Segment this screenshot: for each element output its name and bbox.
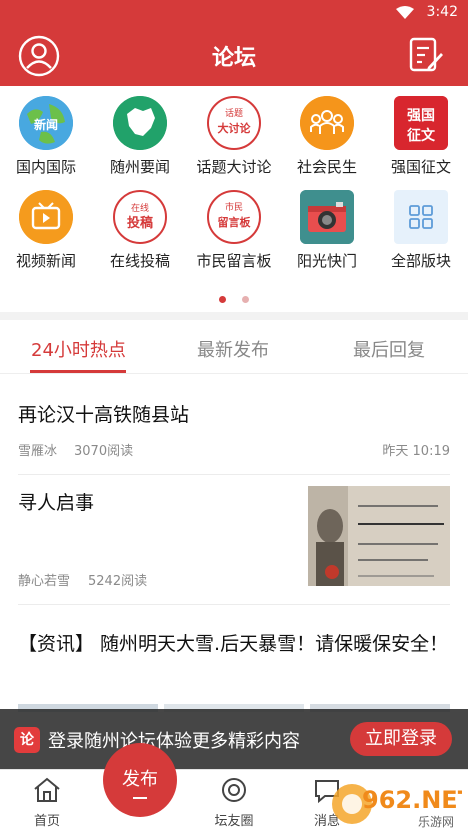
essay-icon: 强国 征文 [394,96,448,150]
forum-logo-icon: 论 [14,727,40,753]
category-label: 市民留言板 [196,252,272,270]
category-label: 话题大讨论 [196,158,272,176]
category-shipin-xinwen[interactable]: 视频新闻 [1,190,91,271]
login-prompt-text: 登录随州论坛体验更多精彩内容 [48,731,300,752]
category-guonei-guoji[interactable]: 新闻 国内国际 [1,96,91,177]
app-header: 论坛 [0,26,468,86]
post-thumbnail [308,486,450,586]
post-reads: 3070阅读 [74,444,134,459]
tab-active-indicator [30,370,126,373]
category-zaixian-tougao[interactable]: 在线 投稿 在线投稿 [95,190,185,271]
svg-text:大讨论: 大讨论 [218,121,252,135]
category-label: 阳光快门 [296,252,357,270]
tab-latest[interactable]: 最新发布 [197,336,269,362]
post-title: 【资讯】 随州明天大雪.后天暴雪！请保暖保安全！ [18,633,449,655]
message-stamp-icon: 市民 留言板 [207,190,261,244]
svg-text:强国: 强国 [407,108,435,124]
nav-circle[interactable]: 坛友圈 [199,776,269,829]
category-label: 视频新闻 [15,252,76,270]
svg-text:投稿: 投稿 [127,215,153,231]
category-huati-taolun[interactable]: 话题 大讨论 话题大讨论 [189,96,279,177]
circle-icon [222,778,246,802]
category-qiangguo-zhengwen[interactable]: 强国 征文 强国征文 [376,96,466,177]
login-now-button[interactable]: 立即登录 [350,722,452,756]
publish-bar [133,797,147,799]
compose-icon[interactable] [408,36,444,74]
nav-circle-label: 坛友圈 [214,814,254,829]
home-icon [34,777,60,802]
wifi-icon [396,6,414,19]
svg-text:留言板: 留言板 [218,215,252,229]
camera-icon [300,190,354,244]
login-banner: 论 登录随州论坛体验更多精彩内容 立即登录 [0,709,468,769]
category-suizhou-yaowen[interactable]: 随州要闻 [95,96,185,177]
category-label: 随州要闻 [109,158,170,176]
post-divider [18,604,450,605]
nav-home[interactable]: 首页 [12,776,82,829]
topic-stamp-icon: 话题 大讨论 [207,96,261,150]
category-label: 国内国际 [15,158,76,176]
svg-text:征文: 征文 [407,127,436,144]
post-item[interactable]: 【资讯】 随州明天大雪.后天暴雪！请保暖保安全！ [18,628,450,712]
page-title: 论坛 [211,46,256,71]
publish-label: 发布 [122,769,158,790]
category-label: 全部版块 [390,252,451,270]
grid-icon [394,190,448,244]
tv-icon [19,190,73,244]
watermark-text: 962.NET [362,786,462,814]
section-divider [0,312,468,320]
post-time: 昨天 10:19 [382,444,450,459]
feed-tabs: 24小时热点 最新发布 最后回复 [0,320,468,374]
nav-home-label: 首页 [33,814,60,829]
status-time: 3:42 [426,4,458,20]
watermark-sub: 乐游网 [418,815,454,829]
page-indicator [0,288,468,307]
page-dot[interactable] [241,296,249,303]
post-item[interactable]: 再论汉十高铁随县站 雪雁冰 3070阅读 昨天 10:19 [18,400,450,464]
svg-text:话题: 话题 [225,107,243,119]
post-reads: 5242阅读 [88,574,148,589]
post-author: 雪雁冰 [18,444,58,459]
category-shimin-liuyanban[interactable]: 市民 留言板 市民留言板 [189,190,279,271]
svg-text:市民: 市民 [225,201,243,213]
post-title: 再论汉十高铁随县站 [18,404,190,426]
tab-24h-hot[interactable]: 24小时热点 [31,336,126,362]
svg-text:在线: 在线 [131,202,149,214]
map-region-icon [113,96,167,150]
submit-stamp-icon: 在线 投稿 [113,190,167,244]
page-dot-active[interactable] [219,296,227,303]
category-label: 社会民生 [296,158,357,176]
post-item[interactable]: 寻人启事 静心若雪 5242阅读 [18,486,450,592]
category-quanbu-bankuai[interactable]: 全部版块 [376,190,466,271]
site-watermark: 962.NET 乐游网 [322,778,468,830]
post-divider [18,474,450,475]
tab-last-reply[interactable]: 最后回复 [353,336,425,362]
status-bar: 3:42 [0,0,468,26]
publish-button[interactable]: 发布 [103,743,177,817]
people-icon [300,96,354,150]
globe-news-icon: 新闻 [19,96,73,150]
category-label: 在线投稿 [109,252,170,270]
category-shehui-minsheng[interactable]: 社会民生 [282,96,372,177]
globe-badge-text: 新闻 [34,117,58,132]
post-author: 静心若雪 [18,574,71,589]
category-grid: 新闻 国内国际 随州要闻 话题 大讨论 话题大讨论 社会民生 强国 征文 强国征… [0,86,468,312]
category-label: 强国征文 [390,158,451,176]
category-yangguang-kuaimen[interactable]: 阳光快门 [282,190,372,271]
